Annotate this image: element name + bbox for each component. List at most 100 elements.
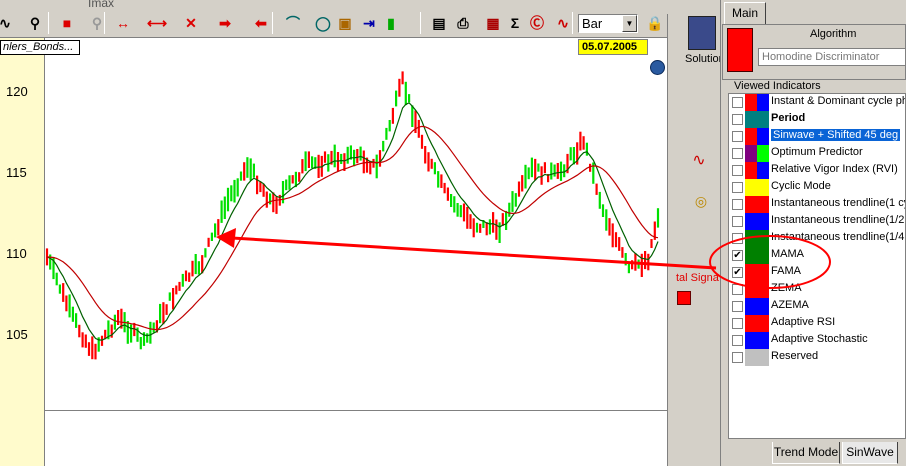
indicator-color-swatch[interactable] (745, 230, 757, 247)
crossed-arrows-icon[interactable]: ✕ (180, 12, 202, 34)
indicator-row[interactable]: Instantaneous trendline(1/2 c (729, 213, 905, 230)
indicator-checkbox[interactable] (732, 199, 743, 210)
indicator-row[interactable]: Instant & Dominant cycle pha (729, 94, 905, 111)
indicator-color-swatch[interactable] (745, 213, 757, 230)
indicator-checkbox[interactable]: ✔ (732, 250, 743, 261)
indicator-color-swatch[interactable] (757, 247, 769, 264)
indicator-color-swatch[interactable] (745, 298, 757, 315)
indicator-color-swatch[interactable] (745, 247, 757, 264)
algorithm-field[interactable]: Homodine Discriminator (758, 48, 906, 66)
solution-label[interactable]: Solution (685, 53, 725, 65)
tab-trend-mode[interactable]: Trend Mode (772, 442, 840, 464)
indicator-row[interactable]: ZEMA (729, 281, 905, 298)
wave-icon[interactable]: ∿ (686, 150, 712, 170)
h-arrows-icon[interactable]: ⟷ (146, 12, 168, 34)
indicator-color-swatch[interactable] (757, 145, 769, 162)
indicator-color-swatch[interactable] (757, 264, 769, 281)
page-icon[interactable]: ▤ (428, 12, 450, 34)
indicator-color-swatch[interactable] (745, 111, 757, 128)
indicator-color-swatch[interactable] (757, 179, 769, 196)
curve-icon[interactable]: ∿ (0, 12, 16, 34)
indicator-checkbox[interactable] (732, 352, 743, 363)
indicator-color-swatch[interactable] (757, 94, 769, 111)
globe-icon[interactable] (650, 60, 665, 75)
solution-icon[interactable] (688, 16, 716, 50)
h-span-icon[interactable]: ↔ (112, 12, 134, 34)
indicator-checkbox[interactable] (732, 165, 743, 176)
sigma-icon[interactable]: Σ (504, 12, 526, 34)
indicator-color-swatch[interactable] (745, 145, 757, 162)
bar-green-icon[interactable]: ▮ (380, 12, 402, 34)
price-chart[interactable] (45, 38, 667, 410)
indicator-color-swatch[interactable] (745, 349, 757, 366)
chevron-down-icon[interactable]: ▼ (622, 15, 637, 32)
indicator-row[interactable]: AZEMA (729, 298, 905, 315)
indicator-row[interactable]: Period (729, 111, 905, 128)
indicator-checkbox[interactable] (732, 301, 743, 312)
chart-icon[interactable]: ▦ (482, 12, 504, 34)
indicator-color-swatch[interactable] (757, 162, 769, 179)
indicator-color-swatch[interactable] (757, 281, 769, 298)
algorithm-color-button[interactable] (727, 28, 753, 72)
indicator-color-swatch[interactable] (757, 315, 769, 332)
lock-icon[interactable]: 🔒 (644, 12, 666, 34)
indicator-row[interactable]: Instantaneous trendline(1/4 c (729, 230, 905, 247)
c-arrow-icon[interactable]: Ⓒ (526, 12, 548, 34)
indicator-checkbox[interactable] (732, 182, 743, 193)
indicator-checkbox[interactable] (732, 318, 743, 329)
indicator-color-swatch[interactable] (745, 196, 757, 213)
tab-main[interactable]: Main (724, 2, 766, 24)
indicator-color-swatch[interactable] (745, 94, 757, 111)
indicator-row[interactable]: Cyclic Mode (729, 179, 905, 196)
tab-sinwave[interactable]: SinWave (842, 442, 898, 464)
period-select[interactable]: Bar ▼ (578, 14, 638, 33)
indicator-color-swatch[interactable] (745, 162, 757, 179)
menu-stub[interactable]: Imax (88, 0, 114, 10)
indicator-row[interactable]: Sinwave + Shifted 45 deg (729, 128, 905, 145)
indicator-row[interactable]: ✔ MAMA (729, 247, 905, 264)
circle-tool-icon[interactable]: ◯ (312, 12, 334, 34)
print-icon[interactable]: ⎙ (452, 12, 474, 34)
indicator-color-swatch[interactable] (757, 196, 769, 213)
indicator-checkbox[interactable] (732, 114, 743, 125)
circles-icon[interactable]: ◎ (688, 193, 714, 211)
indicator-row[interactable]: Adaptive RSI (729, 315, 905, 332)
signal-color-swatch[interactable] (677, 291, 691, 305)
indicator-row[interactable]: Instantaneous trendline(1 cyc (729, 196, 905, 213)
indicator-list[interactable]: Instant & Dominant cycle pha Period Sinwav… (728, 93, 906, 439)
indicator-color-swatch[interactable] (745, 179, 757, 196)
indicator-checkbox[interactable] (732, 148, 743, 159)
indicator-color-swatch[interactable] (757, 298, 769, 315)
indicator-color-swatch[interactable] (757, 332, 769, 349)
indicator-color-swatch[interactable] (757, 213, 769, 230)
color-icon[interactable]: ■ (56, 12, 78, 34)
indicator-row[interactable]: ✔ FAMA (729, 264, 905, 281)
indent-tool-icon[interactable]: ⇥ (358, 12, 380, 34)
indicator-checkbox[interactable] (732, 97, 743, 108)
curve-red-icon[interactable]: ∿ (552, 12, 574, 34)
curve-tool-icon[interactable]: ⌒ (282, 12, 304, 34)
indicator-color-swatch[interactable] (757, 111, 769, 128)
indicator-row[interactable]: Relative Vigor Index (RVI) (729, 162, 905, 179)
indicator-color-swatch[interactable] (745, 281, 757, 298)
indicator-color-swatch[interactable] (745, 264, 757, 281)
right-arrow-icon[interactable]: ➡ (214, 12, 236, 34)
indicator-checkbox[interactable] (732, 284, 743, 295)
indicator-color-swatch[interactable] (757, 230, 769, 247)
indicator-color-swatch[interactable] (745, 128, 757, 145)
indicator-checkbox[interactable] (732, 233, 743, 244)
indicator-color-swatch[interactable] (745, 315, 757, 332)
indicator-checkbox[interactable] (732, 131, 743, 142)
indicator-checkbox[interactable] (732, 216, 743, 227)
indicator-checkbox[interactable]: ✔ (732, 267, 743, 278)
symbol-tab[interactable]: nlers_Bonds... (0, 40, 80, 55)
zoom-icon[interactable]: ⚲ (24, 12, 46, 34)
indicator-color-swatch[interactable] (757, 349, 769, 366)
indicator-checkbox[interactable] (732, 335, 743, 346)
indicator-color-swatch[interactable] (745, 332, 757, 349)
indicator-row[interactable]: Optimum Predictor (729, 145, 905, 162)
indicator-row[interactable]: Adaptive Stochastic (729, 332, 905, 349)
folder-tool-icon[interactable]: ▣ (334, 12, 356, 34)
indicator-color-swatch[interactable] (757, 128, 769, 145)
indicator-row[interactable]: Reserved (729, 349, 905, 366)
